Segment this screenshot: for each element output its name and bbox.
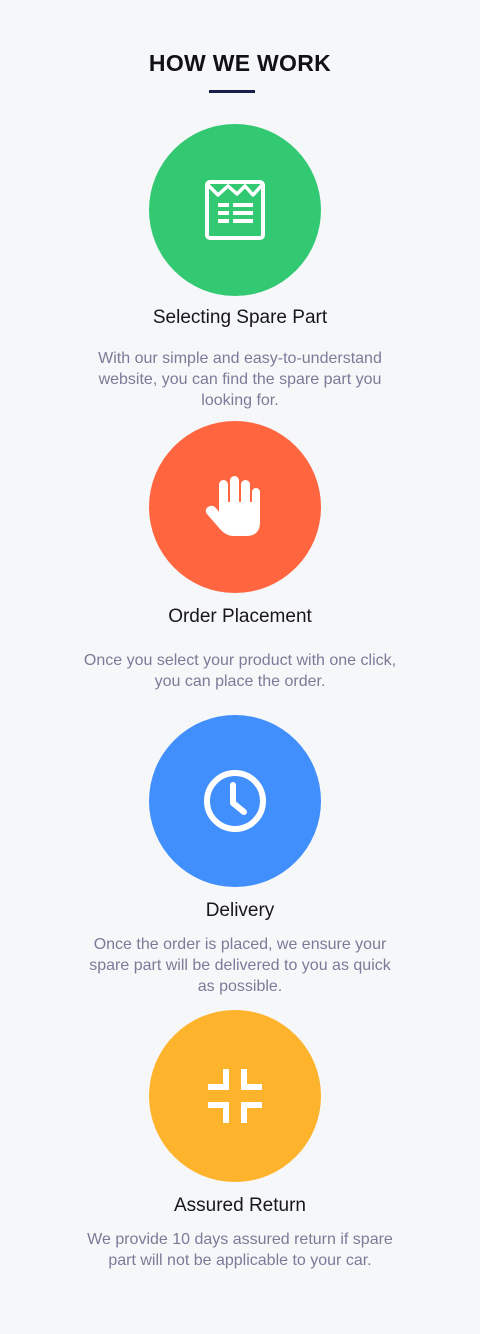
step-circle (149, 124, 321, 296)
shrink-arrows-icon (205, 1066, 265, 1126)
clock-icon (203, 769, 267, 833)
step-description: Once the order is placed, we ensure your… (89, 936, 391, 995)
step-circle (149, 1010, 321, 1182)
step-title: Assured Return (173, 1195, 306, 1216)
catalog-icon (205, 180, 265, 240)
title-underline (209, 90, 255, 93)
step-title: Delivery (205, 900, 275, 921)
step-title: Selecting Spare Part (152, 307, 328, 328)
hand-icon (204, 474, 266, 540)
step-description: Once you select your product with one cl… (83, 652, 397, 690)
section-title: HOW WE WORK (148, 50, 332, 76)
step-circle (149, 715, 321, 887)
step-circle (149, 421, 321, 593)
step-description: We provide 10 days assured return if spa… (87, 1231, 393, 1269)
step-description: With our simple and easy-to-understand w… (98, 350, 382, 409)
step-title: Order Placement (168, 606, 312, 627)
